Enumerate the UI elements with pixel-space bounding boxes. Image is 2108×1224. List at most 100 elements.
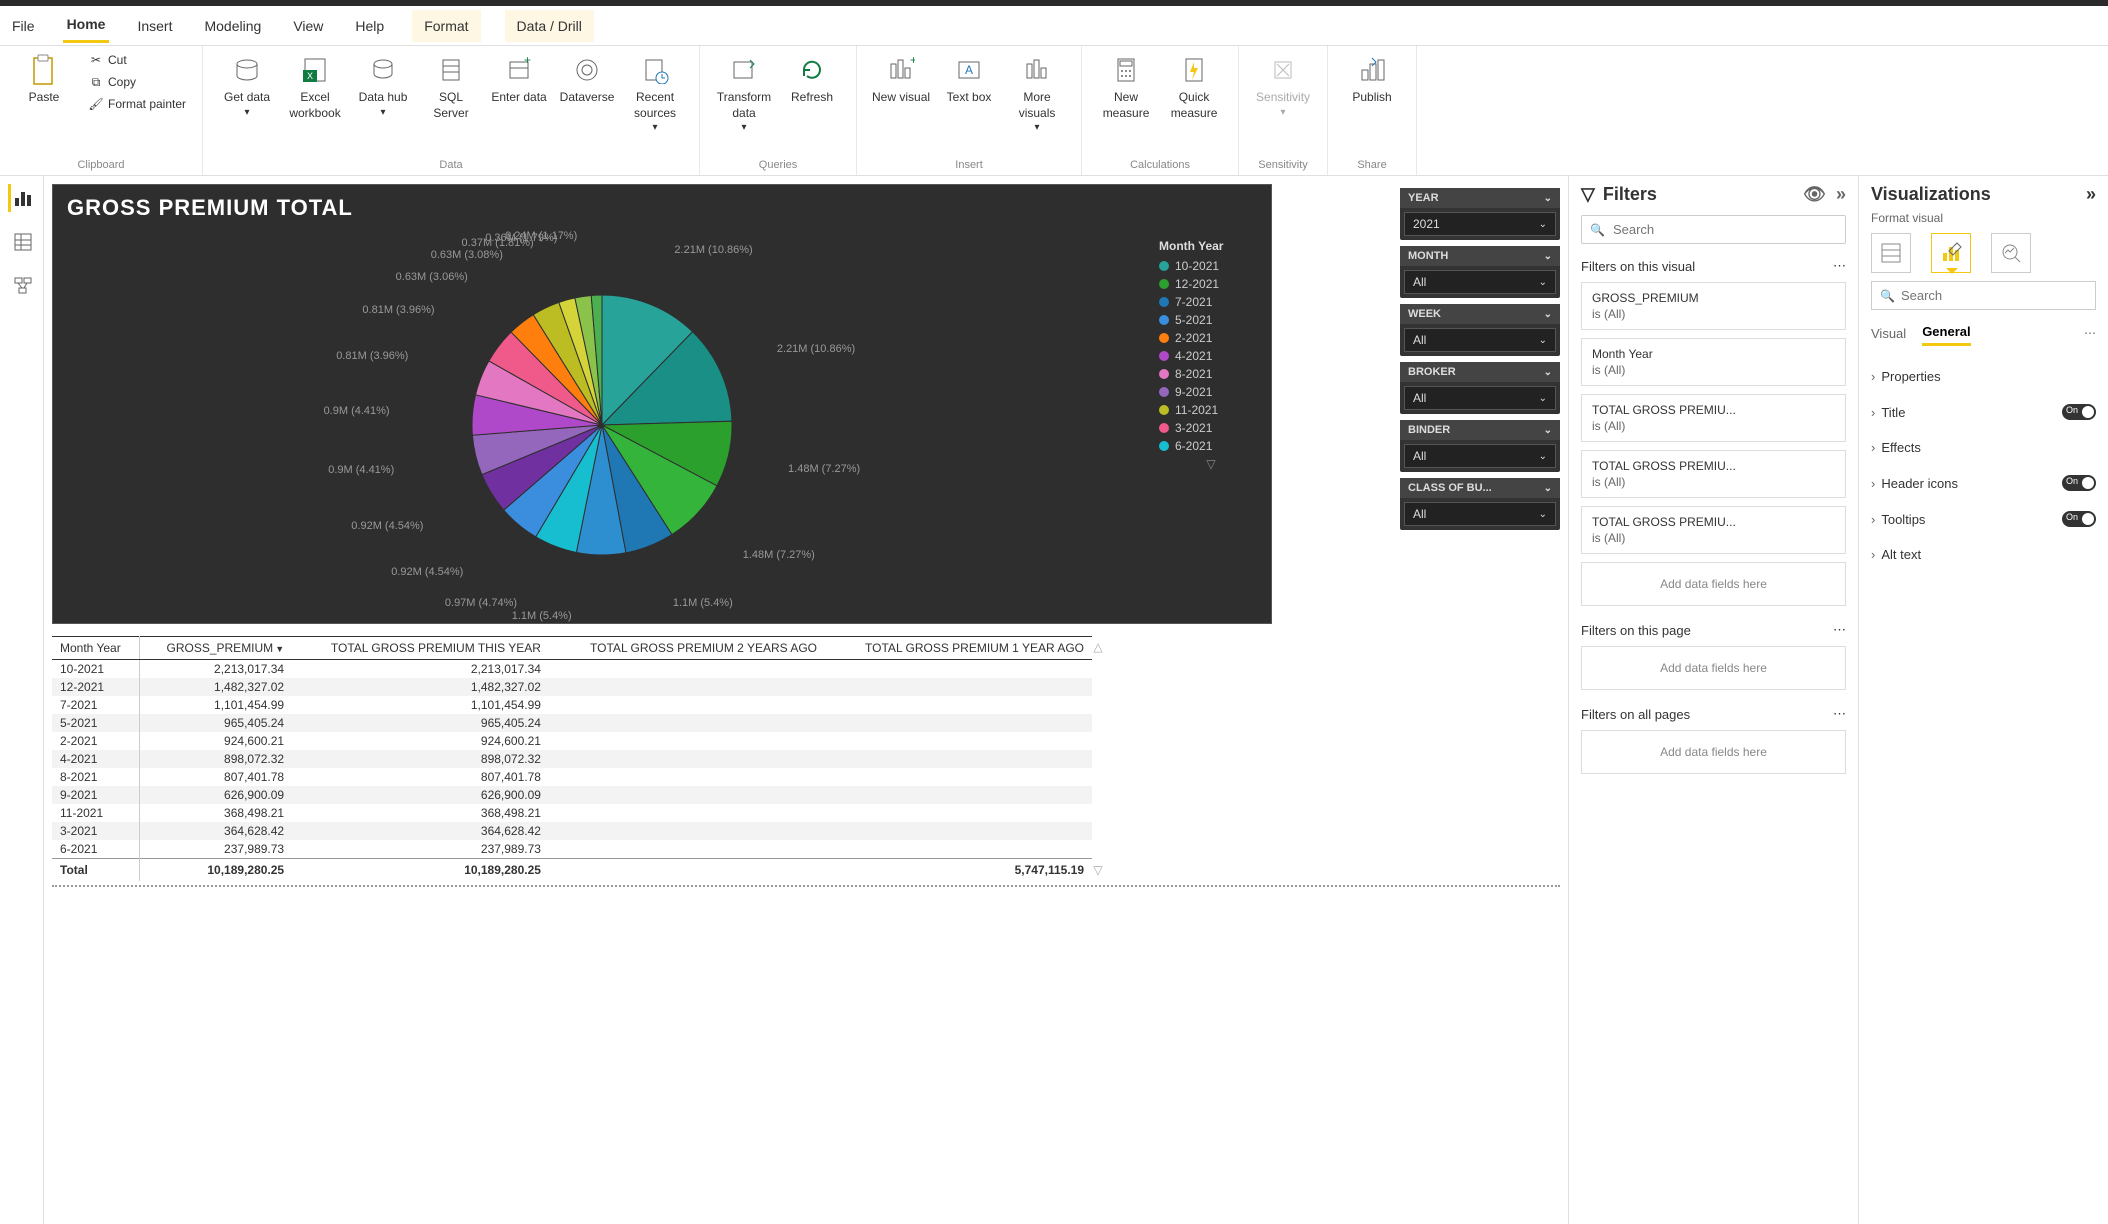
table-row[interactable]: 11-2021368,498.21368,498.21 (52, 804, 1092, 822)
add-fields-visual[interactable]: Add data fields here (1581, 562, 1846, 606)
data-hub-button[interactable]: Data hub▾ (351, 50, 415, 123)
table-row[interactable]: 7-20211,101,454.991,101,454.99 (52, 696, 1092, 714)
collapse-pane-icon[interactable]: » (1836, 184, 1846, 205)
paste-button[interactable]: Paste (12, 50, 76, 110)
table-column-header[interactable]: GROSS_PREMIUM▼ (140, 637, 292, 660)
table-column-header[interactable]: TOTAL GROSS PREMIUM 1 YEAR AGO (825, 637, 1092, 660)
menu-modeling[interactable]: Modeling (200, 10, 265, 42)
toggle-switch[interactable]: On (2062, 475, 2096, 491)
legend-item[interactable]: 2-2021 (1159, 331, 1263, 345)
legend-item[interactable]: 3-2021 (1159, 421, 1263, 435)
slicer-dropdown[interactable]: All⌄ (1404, 444, 1556, 468)
filter-card[interactable]: TOTAL GROSS PREMIU...is (All) (1581, 450, 1846, 498)
slicer[interactable]: WEEK⌄All⌄ (1400, 304, 1560, 356)
legend-item[interactable]: 10-2021 (1159, 259, 1263, 273)
recent-sources-button[interactable]: Recent sources▾ (623, 50, 687, 138)
table-column-header[interactable]: TOTAL GROSS PREMIUM 2 YEARS AGO (549, 637, 825, 660)
toggle-switch[interactable]: On (2062, 404, 2096, 420)
table-column-header[interactable]: TOTAL GROSS PREMIUM THIS YEAR (292, 637, 549, 660)
format-property-row[interactable]: ›Alt text (1871, 537, 2096, 572)
slicer[interactable]: YEAR⌄2021⌄ (1400, 188, 1560, 240)
slicer-dropdown[interactable]: All⌄ (1404, 328, 1556, 352)
tab-more-icon[interactable]: ⋯ (2084, 326, 2096, 340)
section-more-icon[interactable]: ⋯ (1833, 622, 1846, 638)
chevron-down-icon[interactable]: ⌄ (1544, 483, 1552, 494)
menu-help[interactable]: Help (351, 10, 388, 42)
legend-item[interactable]: 11-2021 (1159, 403, 1263, 417)
toggle-switch[interactable]: On (2062, 511, 2096, 527)
collapse-viz-pane-icon[interactable]: » (2086, 184, 2096, 205)
format-painter-button[interactable]: 🖌Format painter (84, 94, 190, 114)
slicer[interactable]: CLASS OF BU...⌄All⌄ (1400, 478, 1560, 530)
table-row[interactable]: 6-2021237,989.73237,989.73 (52, 840, 1092, 859)
pie-chart-visual[interactable]: GROSS PREMIUM TOTAL 2.21M (10.86%)2.21M … (52, 184, 1272, 624)
eye-icon[interactable]: 👁 (1803, 184, 1826, 205)
legend-item[interactable]: 7-2021 (1159, 295, 1263, 309)
new-measure-button[interactable]: New measure (1094, 50, 1158, 125)
chevron-down-icon[interactable]: ⌄ (1544, 251, 1552, 262)
slicer-dropdown[interactable]: 2021⌄ (1404, 212, 1556, 236)
dataverse-button[interactable]: Dataverse (555, 50, 619, 110)
tab-visual[interactable]: Visual (1871, 322, 1906, 345)
build-visual-tab[interactable] (1871, 233, 1911, 273)
table-row[interactable]: 4-2021898,072.32898,072.32 (52, 750, 1092, 768)
tab-general[interactable]: General (1922, 320, 1970, 346)
slicer-dropdown[interactable]: All⌄ (1404, 502, 1556, 526)
menu-file[interactable]: File (8, 10, 39, 42)
table-visual[interactable]: Month YearGROSS_PREMIUM▼TOTAL GROSS PREM… (52, 636, 1560, 887)
sql-server-button[interactable]: SQL Server (419, 50, 483, 125)
filters-search[interactable]: 🔍 (1581, 215, 1846, 244)
new-visual-button[interactable]: +New visual (869, 50, 933, 110)
chevron-down-icon[interactable]: ⌄ (1544, 309, 1552, 320)
chevron-down-icon[interactable]: ⌄ (1544, 367, 1552, 378)
table-row[interactable]: 12-20211,482,327.021,482,327.02 (52, 678, 1092, 696)
format-property-row[interactable]: ›TooltipsOn (1871, 501, 2096, 537)
menu-data-drill[interactable]: Data / Drill (505, 10, 594, 42)
filters-search-input[interactable] (1613, 222, 1837, 237)
add-fields-page[interactable]: Add data fields here (1581, 646, 1846, 690)
get-data-button[interactable]: Get data▾ (215, 50, 279, 123)
menu-format[interactable]: Format (412, 10, 480, 42)
slicer-dropdown[interactable]: All⌄ (1404, 386, 1556, 410)
table-row[interactable]: 5-2021965,405.24965,405.24 (52, 714, 1092, 732)
legend-item[interactable]: 8-2021 (1159, 367, 1263, 381)
analytics-tab[interactable] (1991, 233, 2031, 273)
legend-item[interactable]: 12-2021 (1159, 277, 1263, 291)
table-row[interactable]: 8-2021807,401.78807,401.78 (52, 768, 1092, 786)
cut-button[interactable]: ✂Cut (84, 50, 190, 70)
format-property-row[interactable]: ›Properties (1871, 359, 2096, 394)
slicer[interactable]: BROKER⌄All⌄ (1400, 362, 1560, 414)
table-scrollbar[interactable]: △▽ (1092, 636, 1104, 881)
legend-item[interactable]: 5-2021 (1159, 313, 1263, 327)
publish-button[interactable]: Publish (1340, 50, 1404, 110)
report-view-button[interactable] (8, 184, 36, 212)
section-more-icon[interactable]: ⋯ (1833, 258, 1846, 274)
chevron-down-icon[interactable]: ⌄ (1544, 193, 1552, 204)
model-view-button[interactable] (8, 272, 36, 300)
viz-search-input[interactable] (1901, 288, 2087, 303)
section-more-icon[interactable]: ⋯ (1833, 706, 1846, 722)
slicer-dropdown[interactable]: All⌄ (1404, 270, 1556, 294)
filter-card[interactable]: GROSS_PREMIUMis (All) (1581, 282, 1846, 330)
legend-item[interactable]: 6-2021 (1159, 439, 1263, 453)
table-column-header[interactable]: Month Year (52, 637, 140, 660)
legend-item[interactable]: 4-2021 (1159, 349, 1263, 363)
slicer[interactable]: BINDER⌄All⌄ (1400, 420, 1560, 472)
viz-search[interactable]: 🔍 (1871, 281, 2096, 310)
legend-scroll-down-icon[interactable]: ▽ (1159, 457, 1263, 471)
transform-data-button[interactable]: Transform data▾ (712, 50, 776, 138)
format-property-row[interactable]: ›TitleOn (1871, 394, 2096, 430)
legend-item[interactable]: 9-2021 (1159, 385, 1263, 399)
format-property-row[interactable]: ›Header iconsOn (1871, 465, 2096, 501)
table-row[interactable]: 3-2021364,628.42364,628.42 (52, 822, 1092, 840)
table-row[interactable]: 10-20212,213,017.342,213,017.34 (52, 660, 1092, 679)
data-view-button[interactable] (8, 228, 36, 256)
menu-insert[interactable]: Insert (133, 10, 176, 42)
quick-measure-button[interactable]: Quick measure (1162, 50, 1226, 125)
slicer[interactable]: MONTH⌄All⌄ (1400, 246, 1560, 298)
menu-home[interactable]: Home (63, 8, 110, 43)
table-row[interactable]: 9-2021626,900.09626,900.09 (52, 786, 1092, 804)
more-visuals-button[interactable]: More visuals▾ (1005, 50, 1069, 138)
refresh-button[interactable]: Refresh (780, 50, 844, 110)
format-property-row[interactable]: ›Effects (1871, 430, 2096, 465)
